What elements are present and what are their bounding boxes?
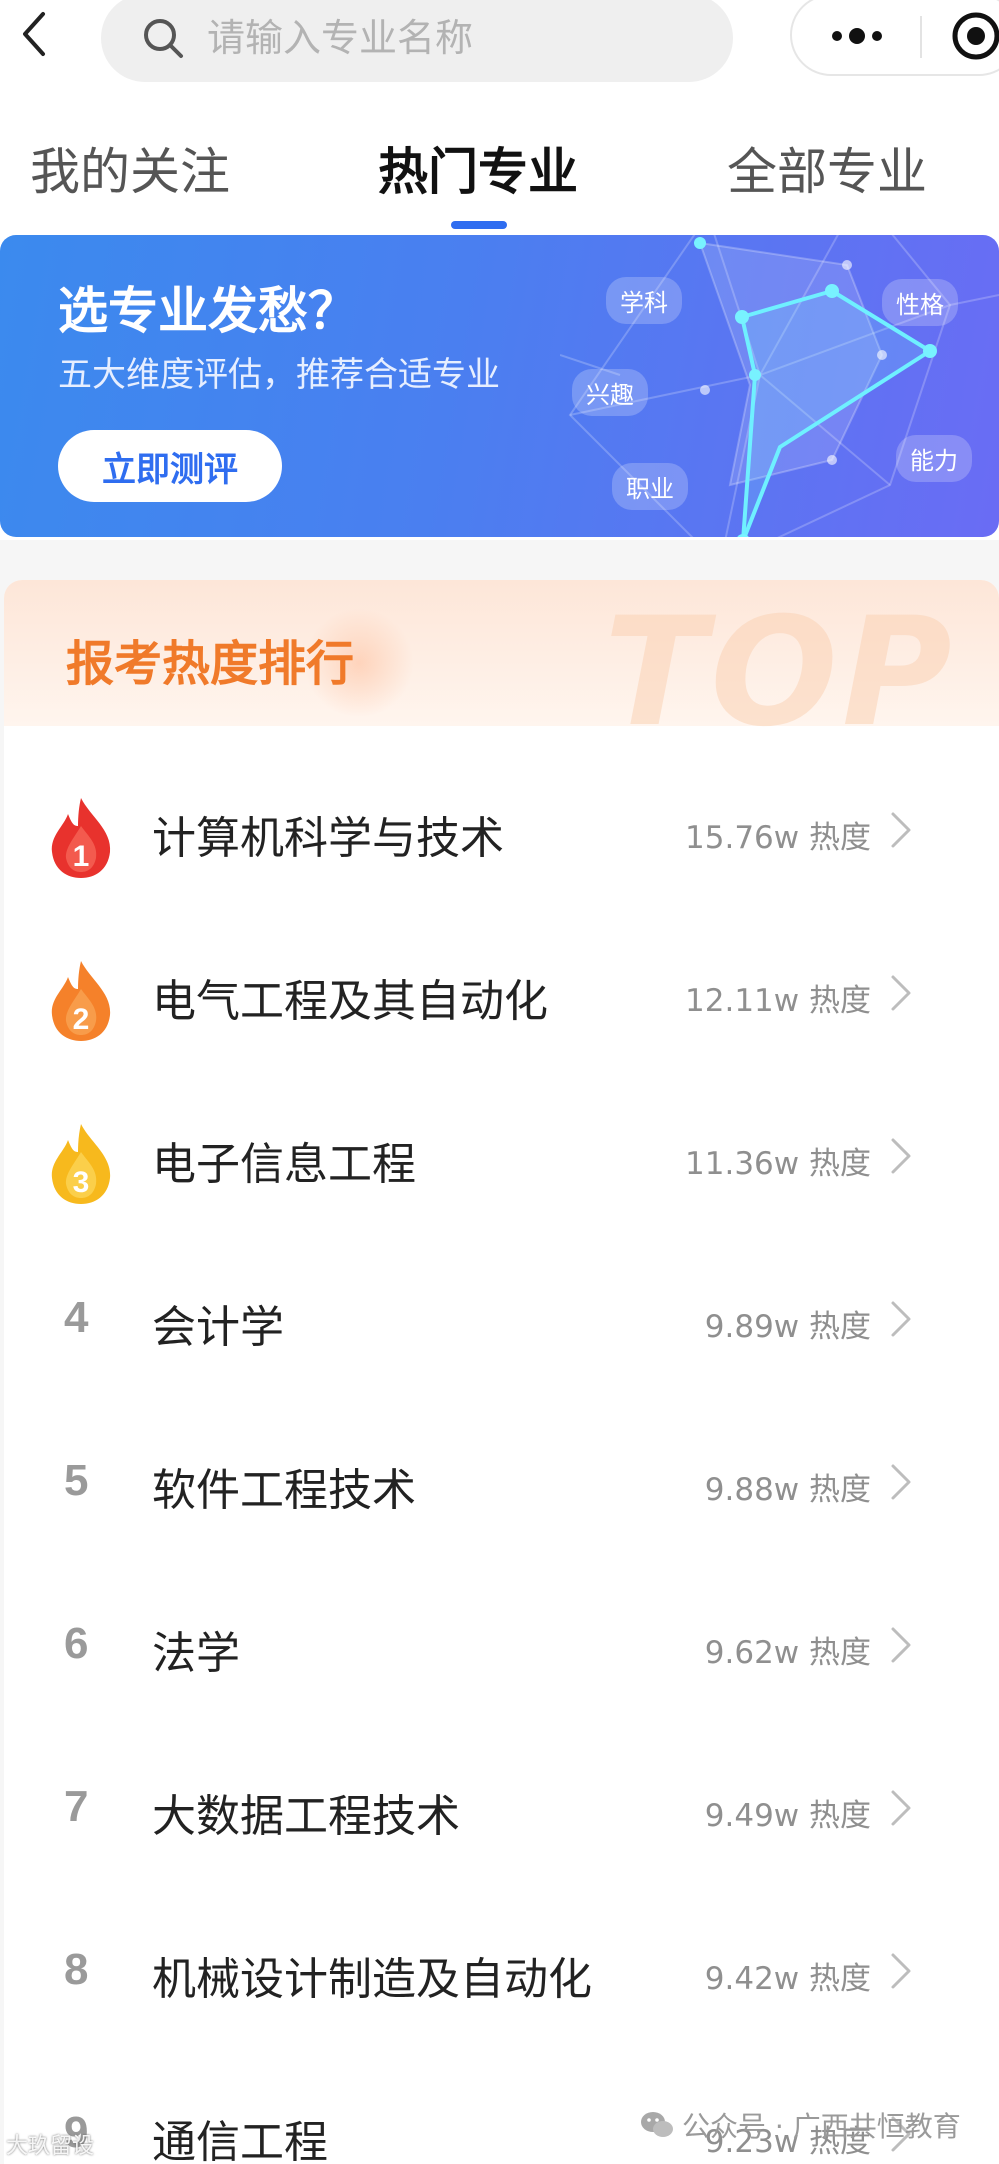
rank-number: 7: [64, 1782, 89, 1831]
tab-all-majors[interactable]: 全部专业: [727, 132, 927, 204]
ranking-item[interactable]: 7 大数据工程技术 9.49w 热度: [4, 1734, 999, 1897]
more-icon: [832, 28, 882, 44]
ranking-title: 报考热度排行: [66, 636, 355, 692]
flame-badge-icon: 1: [51, 798, 111, 878]
mini-program-capsule: [790, 0, 999, 76]
chevron-right-icon: [891, 1138, 911, 1174]
ranking-header: TOP 报考热度排行: [4, 580, 999, 760]
ranking-section: TOP 报考热度排行 1 计算机科学与技术 15.76w 热度 2 电气工程及其…: [0, 540, 999, 2164]
major-name: 电气工程及其自动化: [152, 976, 548, 1027]
ranking-item[interactable]: 3 电子信息工程 11.36w 热度: [4, 1082, 999, 1245]
major-name: 通信工程: [152, 2117, 328, 2164]
heat-value: 9.42w 热度: [704, 1961, 871, 1997]
official-account-text: 公众号 · 广西共恒教育: [682, 2110, 961, 2143]
chevron-right-icon: [891, 1790, 911, 1826]
ranking-item[interactable]: 8 机械设计制造及自动化 9.42w 热度: [4, 1897, 999, 2060]
ranking-item[interactable]: 4 会计学 9.89w 热度: [4, 1245, 999, 1408]
official-account-watermark: 公众号 · 广西共恒教育: [640, 2105, 961, 2145]
ranking-item[interactable]: 1 计算机科学与技术 15.76w 热度: [4, 756, 999, 919]
flame-badge-icon: 3: [51, 1124, 111, 1204]
banner-title: 选专业发愁？: [58, 282, 358, 340]
radar-label-subject: 学科: [606, 277, 682, 324]
radar-label-career: 职业: [612, 463, 688, 510]
chevron-right-icon: [891, 812, 911, 848]
heat-value: 9.49w 热度: [704, 1798, 871, 1834]
top-bar: [0, 0, 999, 90]
rank-number: 4: [64, 1293, 89, 1342]
back-button[interactable]: [14, 6, 54, 62]
start-assessment-button[interactable]: 立即测评: [58, 430, 282, 502]
ranking-item[interactable]: 2 电气工程及其自动化 12.11w 热度: [4, 919, 999, 1082]
heat-value: 9.89w 热度: [704, 1309, 871, 1345]
svg-text:3: 3: [73, 1166, 90, 1199]
search-bar[interactable]: [101, 0, 733, 82]
rank-number: 6: [64, 1619, 89, 1668]
corner-watermark: 大玖留设: [6, 2134, 95, 2159]
heat-value: 9.62w 热度: [704, 1635, 871, 1671]
wechat-icon: [641, 2112, 673, 2137]
assessment-banner[interactable]: 选专业发愁？ 五大维度评估，推荐合适专业 立即测评 学科 性格 兴趣 能力 职业: [0, 235, 999, 537]
tab-indicator: [451, 221, 507, 229]
tab-bar: 我的关注 热门专业 全部专业: [0, 110, 999, 230]
top-watermark: TOP: [604, 586, 956, 760]
chevron-right-icon: [891, 975, 911, 1011]
heat-value: 9.88w 热度: [704, 1472, 871, 1508]
svg-text:1: 1: [73, 840, 90, 873]
rank-number: 8: [64, 1945, 89, 1994]
ranking-card: TOP 报考热度排行 1 计算机科学与技术 15.76w 热度 2 电气工程及其…: [4, 580, 999, 2164]
radar-label-personality: 性格: [882, 279, 958, 326]
major-name: 法学: [152, 1628, 240, 1679]
heat-value: 11.36w 热度: [685, 1146, 871, 1182]
radar-label-interest: 兴趣: [572, 369, 648, 416]
tab-hot-majors[interactable]: 热门专业: [378, 132, 578, 204]
major-name: 会计学: [152, 1302, 284, 1353]
major-name: 大数据工程技术: [152, 1791, 460, 1842]
tab-my-follow[interactable]: 我的关注: [30, 132, 230, 204]
major-name: 计算机科学与技术: [152, 813, 504, 864]
ranking-item[interactable]: 6 法学 9.62w 热度: [4, 1571, 999, 1734]
search-icon: [144, 19, 183, 58]
svg-text:2: 2: [73, 1003, 90, 1036]
close-program-button[interactable]: [950, 10, 999, 62]
chevron-right-icon: [891, 1301, 911, 1337]
radar-label-ability: 能力: [896, 435, 972, 482]
chevron-left-icon: [23, 12, 45, 56]
heat-value: 15.76w 热度: [685, 820, 871, 856]
banner-subtitle: 五大维度评估，推荐合适专业: [58, 355, 500, 395]
major-name: 电子信息工程: [152, 1139, 416, 1190]
search-input[interactable]: [207, 16, 687, 60]
rank-number: 5: [64, 1456, 89, 1505]
chevron-right-icon: [891, 1464, 911, 1500]
major-name: 机械设计制造及自动化: [152, 1954, 592, 2005]
chevron-right-icon: [891, 1953, 911, 1989]
chevron-right-icon: [891, 1627, 911, 1663]
target-icon: [952, 12, 999, 60]
heat-value: 12.11w 热度: [685, 983, 871, 1019]
capsule-divider: [920, 16, 922, 58]
radar-chart-graphic: 学科 性格 兴趣 能力 职业: [559, 235, 999, 537]
flame-badge-icon: 2: [51, 961, 111, 1041]
major-name: 软件工程技术: [152, 1465, 416, 1516]
more-button[interactable]: [822, 14, 892, 58]
ranking-item[interactable]: 5 软件工程技术 9.88w 热度: [4, 1408, 999, 1571]
